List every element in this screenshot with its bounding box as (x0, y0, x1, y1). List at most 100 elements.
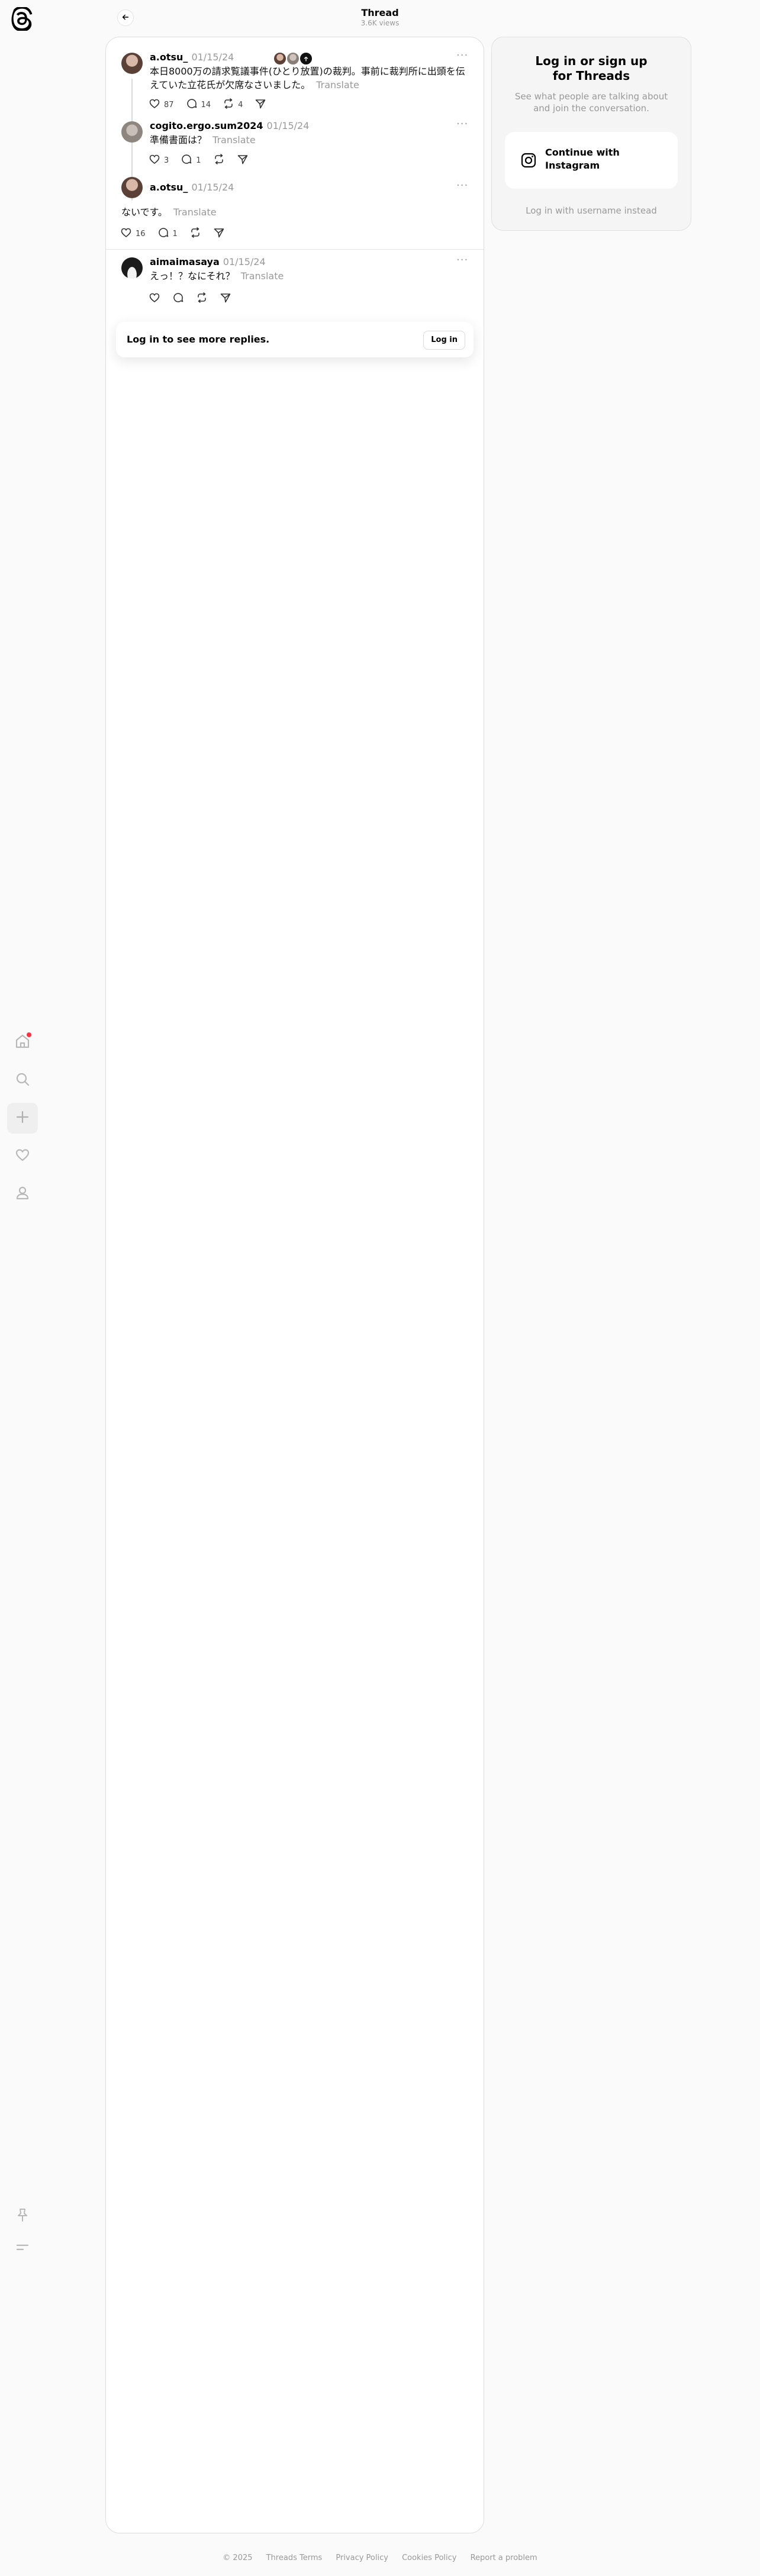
repost-icon (196, 292, 208, 306)
avatar[interactable] (121, 121, 143, 143)
repost-button[interactable]: 4 (223, 98, 243, 112)
sidebar-item-search[interactable] (7, 1065, 38, 1096)
comment-icon (181, 153, 192, 167)
avatar[interactable] (121, 53, 143, 74)
footer-link-report[interactable]: Report a problem (471, 2554, 537, 2562)
comment-icon (186, 98, 198, 112)
repost-icon (213, 153, 225, 167)
views-count: 3.6K views (360, 19, 400, 27)
heart-icon (15, 1147, 30, 1165)
like-button[interactable] (149, 292, 160, 306)
more-options-button[interactable]: ··· (456, 49, 468, 62)
reply-button[interactable]: 1 (157, 227, 178, 241)
like-button[interactable]: 87 (149, 98, 174, 112)
share-button[interactable] (237, 153, 249, 167)
footer-link-privacy[interactable]: Privacy Policy (336, 2554, 388, 2562)
avatar[interactable] (121, 177, 143, 198)
reply-count: 1 (196, 156, 201, 165)
like-button[interactable]: 16 (120, 227, 146, 241)
like-count: 3 (164, 156, 169, 165)
share-button[interactable] (220, 292, 231, 306)
reply-count: 1 (172, 229, 178, 238)
profile-icon (15, 1185, 30, 1203)
like-button[interactable]: 3 (149, 153, 169, 167)
post-text: 本日8000万の請求覧議事件(ひとり放置)の裁判。事前に裁判所に出頭を伝えていた… (150, 66, 465, 91)
repost-icon (223, 98, 234, 112)
search-icon (15, 1071, 30, 1089)
post-time: 01/15/24 (191, 182, 234, 193)
post-text: えっ！？なにそれ？ Translate (150, 270, 284, 282)
login-button[interactable]: Log in (423, 331, 465, 350)
post-time: 01/15/24 (191, 51, 234, 63)
share-button[interactable] (255, 98, 266, 112)
login-prompt-text: Log in to see more replies. (127, 334, 270, 345)
login-card-subtitle: See what people are talking about and jo… (514, 91, 668, 114)
repost-button[interactable] (189, 227, 201, 241)
instagram-button-label: Continue with Instagram (545, 147, 620, 171)
post-time: 01/15/24 (266, 120, 310, 131)
translate-link[interactable]: Translate (241, 270, 284, 282)
sidebar-item-pin[interactable] (7, 2201, 38, 2232)
notification-dot (27, 1032, 31, 1037)
footer-link-terms[interactable]: Threads Terms (266, 2554, 323, 2562)
sidebar-item-activity[interactable] (7, 1141, 38, 1171)
post-time: 01/15/24 (223, 256, 266, 267)
continue-with-instagram-button[interactable]: Continue with Instagram (505, 132, 678, 189)
translate-link[interactable]: Translate (316, 79, 359, 91)
sidebar-item-create[interactable] (7, 1103, 38, 1134)
like-count: 16 (136, 229, 146, 238)
post-username[interactable]: a.otsu_ 01/15/24 (150, 51, 234, 63)
heart-icon (120, 227, 132, 241)
post-text: 準備書面は？ Translate (150, 134, 256, 146)
post-username[interactable]: a.otsu_ 01/15/24 (150, 182, 234, 193)
post-actions: 87 14 4 (149, 98, 266, 112)
heart-icon (149, 98, 160, 112)
pin-icon (15, 2207, 30, 2225)
post-username[interactable]: aimaimasaya 01/15/24 (150, 256, 266, 267)
send-icon (237, 153, 249, 167)
post-actions: 3 1 (149, 153, 249, 167)
login-prompt: Log in to see more replies. Log in (116, 322, 474, 357)
more-options-button[interactable]: ··· (456, 254, 468, 266)
translate-link[interactable]: Translate (173, 206, 217, 218)
comment-icon (172, 292, 184, 306)
footer: © 2025 Threads Terms Privacy Policy Cook… (0, 2551, 760, 2562)
arrow-up-icon (303, 53, 309, 64)
avatar[interactable] (121, 257, 143, 279)
repost-count: 4 (238, 100, 243, 109)
translate-link[interactable]: Translate (212, 134, 256, 146)
avatar (273, 51, 287, 66)
menu-icon (15, 2239, 30, 2257)
footer-copyright: © 2025 (223, 2554, 253, 2562)
post-actions (149, 292, 231, 306)
login-with-username-link[interactable]: Log in with username instead (492, 205, 691, 216)
page-title: Thread (361, 7, 399, 18)
reply-button[interactable]: 1 (181, 153, 201, 167)
share-button[interactable] (213, 227, 225, 241)
post-username[interactable]: cogito.ergo.sum2024 01/15/24 (150, 120, 309, 131)
avatar (286, 51, 300, 66)
login-card: Log in or sign up for Threads See what p… (491, 37, 691, 231)
sidebar-item-profile[interactable] (7, 1179, 38, 1209)
like-count: 87 (164, 100, 174, 109)
repost-icon (189, 227, 201, 241)
send-icon (213, 227, 225, 241)
more-options-button[interactable]: ··· (456, 118, 468, 130)
reply-button[interactable]: 14 (186, 98, 211, 112)
sidebar-item-menu[interactable] (7, 2233, 38, 2264)
reply-count: 14 (201, 100, 211, 109)
footer-link-cookies[interactable]: Cookies Policy (402, 2554, 456, 2562)
sidebar-item-home[interactable] (7, 1027, 38, 1058)
repost-button[interactable] (196, 292, 208, 306)
repost-button[interactable] (213, 153, 225, 167)
plus-icon (15, 1109, 30, 1127)
comment-icon (157, 227, 169, 241)
divider (106, 249, 484, 250)
send-icon (255, 98, 266, 112)
instagram-icon (520, 152, 537, 171)
post-text: ないです。 Translate (121, 206, 217, 218)
reply-button[interactable] (172, 292, 184, 306)
thread-feed: a.otsu_ 01/15/24 ··· 本日8000万の請求覧議事件(ひとり放置… (105, 37, 484, 2533)
more-options-button[interactable]: ··· (456, 179, 468, 192)
send-icon (220, 292, 231, 306)
